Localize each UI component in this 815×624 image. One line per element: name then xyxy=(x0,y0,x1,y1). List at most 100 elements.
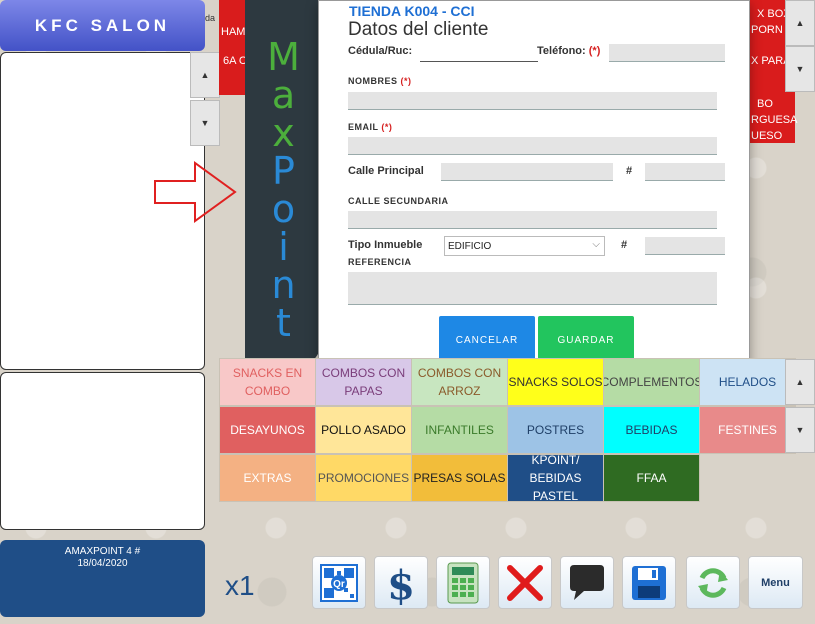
maxpoint-logo-letter: M xyxy=(267,35,300,79)
menu-button[interactable]: Menu xyxy=(748,556,803,609)
comment-button[interactable] xyxy=(560,556,614,609)
calle-principal-input[interactable] xyxy=(441,163,613,181)
maxpoint-logo-letter: n xyxy=(271,263,296,307)
category-button[interactable]: COMPLEMENTOS xyxy=(603,358,700,406)
category-button[interactable]: POLLO ASADO xyxy=(315,406,412,454)
required-mark: (*) xyxy=(588,45,601,57)
numero-input[interactable] xyxy=(645,163,725,181)
payment-button[interactable]: $ xyxy=(374,556,428,609)
required-mark: (*) xyxy=(381,122,393,132)
category-button[interactable]: PROMOCIONES xyxy=(315,454,412,502)
email-label: EMAIL (*) xyxy=(348,122,392,132)
save-order-button[interactable] xyxy=(622,556,676,609)
calle-principal-label: Calle Principal xyxy=(348,165,424,177)
maxpoint-logo-letter: i xyxy=(278,225,289,269)
chevron-down-icon: ⌵ xyxy=(592,239,600,250)
product-tile-right-label-4: BO xyxy=(757,98,773,110)
products-scroll-down-button[interactable]: ▼ xyxy=(785,46,815,92)
category-button[interactable]: INFANTILES xyxy=(411,406,508,454)
tipo-inmueble-select[interactable]: EDIFICIO ⌵ xyxy=(444,236,605,256)
category-button[interactable]: COMBOS CON ARROZ xyxy=(411,358,508,406)
save-button[interactable]: GUARDAR xyxy=(538,316,634,364)
maxpoint-logo-letter: o xyxy=(271,187,296,231)
caret-up-icon: ▲ xyxy=(795,18,805,28)
telefono-input[interactable] xyxy=(609,44,725,62)
product-tile-left-label-1: HAM xyxy=(221,26,246,38)
products-scroll-up-button[interactable]: ▲ xyxy=(785,0,815,46)
category-button[interactable]: FESTINES xyxy=(699,406,796,454)
category-button[interactable]: SNACKS SOLOS xyxy=(507,358,604,406)
email-label-text: EMAIL xyxy=(348,122,379,132)
caret-up-icon: ▲ xyxy=(795,377,805,387)
maxpoint-logo-letter: P xyxy=(272,149,295,193)
refresh-icon xyxy=(698,567,728,598)
nombres-input[interactable] xyxy=(348,92,717,110)
calculator-button[interactable] xyxy=(436,556,490,609)
category-button[interactable]: COMBOS CON PAPAS xyxy=(315,358,412,406)
tipo-inmueble-label: Tipo Inmueble xyxy=(348,239,423,251)
required-mark: (*) xyxy=(400,76,412,86)
cedula-input[interactable] xyxy=(420,44,538,62)
dollar-icon: $ xyxy=(387,562,415,605)
numero-label: # xyxy=(626,165,633,177)
background-text-fragment: da xyxy=(205,13,216,23)
referencia-label: REFERENCIA xyxy=(348,257,412,267)
cancel-x-icon xyxy=(507,564,543,601)
product-tile-right-label-2: PORN xyxy=(751,24,783,36)
qr-icon: Qr xyxy=(320,563,358,602)
maxpoint-logo-banner: MaxPoint xyxy=(245,0,322,369)
calle-secundaria-label: CALLE SECUNDARIA xyxy=(348,196,449,206)
nombres-label-text: NOMBRES xyxy=(348,76,398,86)
order-scroll-up-button[interactable]: ▲ xyxy=(190,52,220,98)
caret-up-icon: ▲ xyxy=(200,70,210,80)
quantity-multiplier[interactable]: x1 xyxy=(225,570,255,602)
category-button[interactable]: DESAYUNOS xyxy=(219,406,316,454)
store-name: TIENDA K004 - CCI xyxy=(349,3,475,19)
telefono-label: Teléfono: (*) xyxy=(537,45,600,57)
order-summary-panel xyxy=(0,372,205,530)
station-info-box: AMAXPOINT 4 # 18/04/2020 xyxy=(0,540,205,617)
category-button[interactable]: PRESAS SOLAS xyxy=(411,454,508,502)
menu-button-label: Menu xyxy=(761,576,790,589)
caret-down-icon: ▼ xyxy=(795,64,805,74)
email-input[interactable] xyxy=(348,137,717,155)
order-scroll-down-button[interactable]: ▼ xyxy=(190,100,220,146)
categories-scroll-up-button[interactable]: ▲ xyxy=(785,359,815,405)
nombres-label: NOMBRES (*) xyxy=(348,76,412,86)
product-tile-left-label-2: 6A C xyxy=(223,55,247,67)
numero-inmueble-label: # xyxy=(621,239,628,251)
telefono-label-text: Teléfono: xyxy=(537,45,586,57)
category-button[interactable]: FFAA xyxy=(603,454,700,502)
cedula-label: Cédula/Ruc: xyxy=(348,45,413,57)
chat-bubble-icon xyxy=(570,564,604,600)
qr-button[interactable]: Qr xyxy=(312,556,366,609)
product-tile-right-label-6: UESO xyxy=(751,130,783,142)
maxpoint-logo-letter: a xyxy=(271,73,296,117)
arrow-right-icon xyxy=(154,161,237,223)
product-tile-right-label-5: RGUESA xyxy=(751,114,798,126)
cancel-button[interactable]: CANCELAR xyxy=(439,316,535,364)
station-date: 18/04/2020 xyxy=(77,558,128,569)
category-button[interactable]: BEBIDAS xyxy=(603,406,700,454)
cancel-order-button[interactable] xyxy=(498,556,552,609)
maxpoint-logo-letter: x xyxy=(272,111,295,155)
svg-text:$: $ xyxy=(387,562,415,605)
categories-scroll-down-button[interactable]: ▼ xyxy=(785,407,815,453)
caret-down-icon: ▼ xyxy=(795,425,805,435)
salon-header: KFC SALON xyxy=(0,0,205,51)
dialog-title: Datos del cliente xyxy=(348,19,489,40)
svg-text:Qr: Qr xyxy=(333,579,345,590)
refresh-button[interactable] xyxy=(686,556,740,609)
tipo-inmueble-value: EDIFICIO xyxy=(448,241,492,252)
referencia-textarea[interactable] xyxy=(348,272,717,305)
caret-down-icon: ▼ xyxy=(200,118,210,128)
maxpoint-logo-letter: t xyxy=(276,301,291,345)
numero-inmueble-input[interactable] xyxy=(645,237,725,255)
category-button[interactable]: POSTRES xyxy=(507,406,604,454)
category-button[interactable]: KPOINT/ BEBIDAS PASTEL xyxy=(507,454,604,502)
calle-secundaria-input[interactable] xyxy=(348,211,717,229)
category-button[interactable]: EXTRAS xyxy=(219,454,316,502)
station-name: AMAXPOINT 4 # xyxy=(64,546,141,557)
category-button[interactable]: SNACKS EN COMBO xyxy=(219,358,316,406)
category-button[interactable]: HELADOS xyxy=(699,358,796,406)
